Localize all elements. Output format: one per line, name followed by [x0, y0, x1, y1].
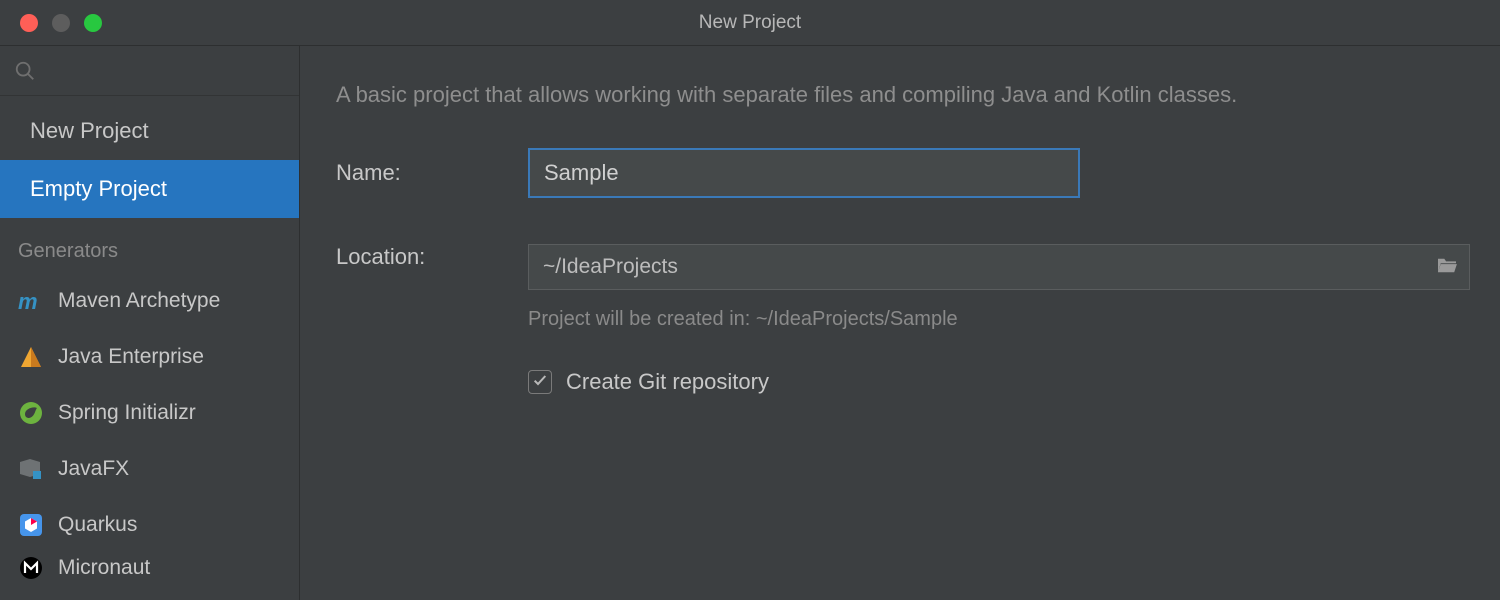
search-input-wrap[interactable] [0, 46, 299, 96]
micronaut-icon [18, 555, 44, 581]
generator-item-micronaut[interactable]: Micronaut [0, 553, 299, 583]
window-title: New Project [0, 12, 1500, 34]
maximize-window-button[interactable] [84, 14, 102, 32]
location-label: Location: [336, 244, 528, 290]
close-window-button[interactable] [20, 14, 38, 32]
quarkus-icon [18, 512, 44, 538]
name-row: Name: [336, 148, 1470, 198]
generator-item-label: Java Enterprise [58, 345, 204, 369]
check-icon [532, 372, 548, 393]
generator-item-label: Quarkus [58, 513, 137, 537]
sidebar-item-label: New Project [30, 118, 149, 144]
generator-item-maven-archetype[interactable]: m Maven Archetype [0, 273, 299, 329]
titlebar: New Project [0, 0, 1500, 46]
generator-item-label: JavaFX [58, 457, 129, 481]
minimize-window-button[interactable] [52, 14, 70, 32]
generator-item-javafx[interactable]: JavaFX [0, 441, 299, 497]
sidebar-item-empty-project[interactable]: Empty Project [0, 160, 299, 218]
search-icon [14, 60, 36, 82]
project-description: A basic project that allows working with… [336, 82, 1470, 108]
location-value: ~/IdeaProjects [529, 255, 1425, 279]
generator-item-java-enterprise[interactable]: Java Enterprise [0, 329, 299, 385]
javafx-icon [18, 456, 44, 482]
generator-item-spring-initializr[interactable]: Spring Initializr [0, 385, 299, 441]
git-checkbox-label: Create Git repository [566, 369, 769, 395]
location-hint: Project will be created in: ~/IdeaProjec… [528, 308, 1470, 331]
generators-header: Generators [0, 218, 299, 273]
folder-open-icon [1436, 256, 1458, 279]
sidebar-item-new-project[interactable]: New Project [0, 102, 299, 160]
generator-item-label: Micronaut [58, 556, 150, 580]
generator-item-label: Maven Archetype [58, 289, 220, 313]
name-input[interactable] [528, 148, 1080, 198]
location-row: Location: ~/IdeaProjects [336, 244, 1470, 290]
svg-text:m: m [18, 289, 38, 314]
main-panel: A basic project that allows working with… [300, 46, 1500, 600]
browse-button[interactable] [1425, 256, 1469, 279]
spring-icon [18, 400, 44, 426]
java-enterprise-icon [18, 344, 44, 370]
name-label: Name: [336, 160, 528, 186]
window-controls [0, 14, 102, 32]
sidebar-item-label: Empty Project [30, 176, 167, 202]
sidebar: New Project Empty Project Generators m M… [0, 46, 300, 600]
git-checkbox[interactable] [528, 370, 552, 394]
maven-icon: m [18, 288, 44, 314]
git-checkbox-row[interactable]: Create Git repository [528, 369, 1470, 395]
sidebar-list: New Project Empty Project Generators m M… [0, 96, 299, 583]
generator-item-label: Spring Initializr [58, 401, 196, 425]
location-input[interactable]: ~/IdeaProjects [528, 244, 1470, 290]
generator-item-quarkus[interactable]: Quarkus [0, 497, 299, 553]
